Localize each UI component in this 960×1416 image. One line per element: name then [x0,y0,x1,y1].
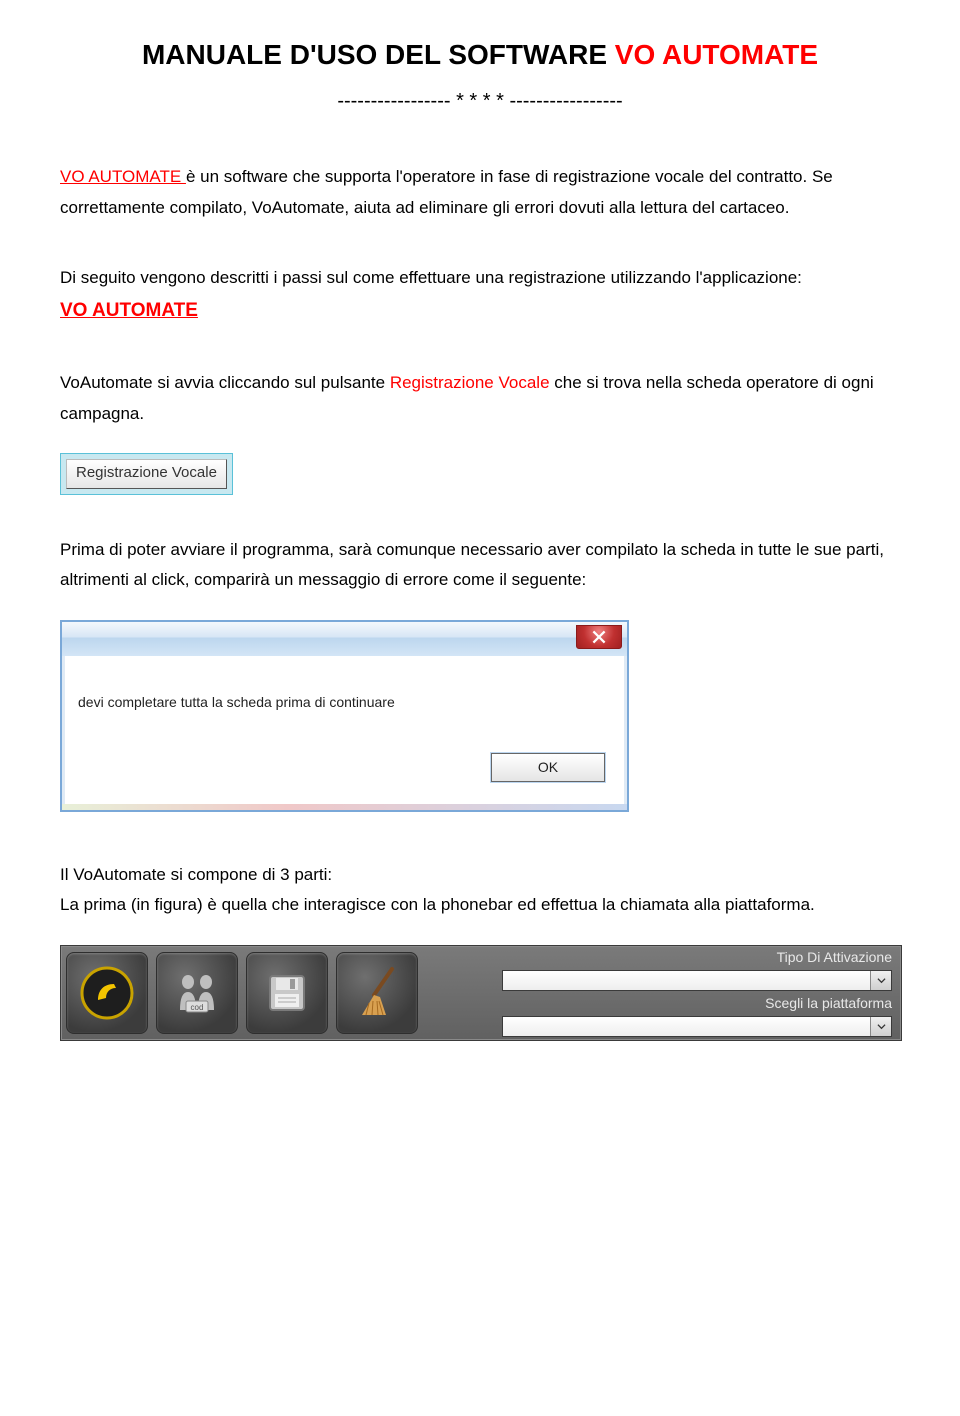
chevron-down-icon [870,1017,891,1036]
error-dialog: devi completare tutta la scheda prima di… [60,620,629,812]
toolbar-save-button[interactable] [246,952,328,1034]
phone-icon [80,966,134,1020]
title-prefix: MANUALE D'USO DEL SOFTWARE [142,39,615,70]
ok-button[interactable]: OK [491,753,605,782]
toolbar-screenshot: cod [60,945,902,1041]
label-tipo-attivazione: Tipo Di Attivazione [502,947,892,968]
paragraph-3a: VoAutomate si avvia cliccando sul pulsan… [60,373,390,392]
toolbar-clear-button[interactable] [336,952,418,1034]
toolbar-call-button[interactable] [66,952,148,1034]
chevron-down-icon [870,971,891,990]
code-icon: cod [174,970,220,1016]
paragraph-5: Il VoAutomate si compone di 3 parti: [60,860,900,891]
dialog-message: devi completare tutta la scheda prima di… [78,692,611,713]
dialog-close-button[interactable] [576,625,622,649]
reg-vocale-button[interactable]: Registrazione Vocale [66,459,227,489]
dialog-bottom-strip [62,804,627,810]
floppy-icon [264,970,310,1016]
broom-icon [352,965,402,1021]
title-red: VO AUTOMATE [615,39,818,70]
close-icon [592,630,606,644]
reg-vocale-screenshot: Registrazione Vocale [60,453,233,495]
page-title: MANUALE D'USO DEL SOFTWARE VO AUTOMATE [60,34,900,76]
paragraph-2: Di seguito vengono descritti i passi sul… [60,263,900,328]
vo-automate-link: VO AUTOMATE [60,300,198,321]
paragraph-1: VO AUTOMATE è un software che supporta l… [60,162,900,223]
paragraph-2-body: Di seguito vengono descritti i passi sul… [60,268,802,287]
combo-tipo-attivazione[interactable] [502,970,892,991]
toolbar-code-button[interactable]: cod [156,952,238,1034]
dialog-body: devi completare tutta la scheda prima di… [62,656,627,804]
paragraph-3: VoAutomate si avvia cliccando sul pulsan… [60,368,900,429]
vo-automate-link-inline: VO AUTOMATE [60,167,186,186]
label-piattaforma: Scegli la piattaforma [502,993,892,1014]
paragraph-3-red: Registrazione Vocale [390,373,550,392]
paragraph-6: La prima (in figura) è quella che intera… [60,890,900,921]
dialog-titlebar [62,622,627,656]
svg-text:cod: cod [191,1003,204,1012]
paragraph-4: Prima di poter avviare il programma, sar… [60,535,900,596]
combo-piattaforma[interactable] [502,1016,892,1037]
separator-line: ----------------- * * * * --------------… [60,86,900,116]
